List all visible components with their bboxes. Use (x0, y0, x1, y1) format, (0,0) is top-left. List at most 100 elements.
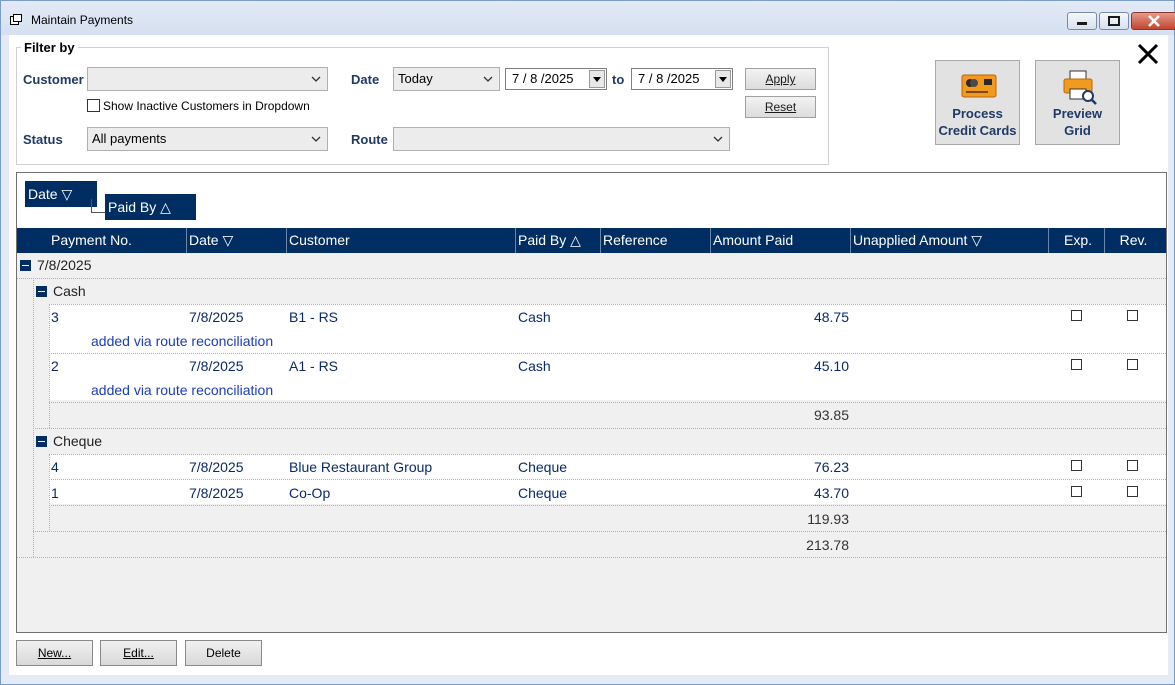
collapse-date-group-icon[interactable] (20, 260, 31, 271)
col-unapplied[interactable]: Unapplied Amount ▽ (850, 228, 1049, 253)
row-payment-no[interactable]: 1 (51, 485, 59, 501)
col-customer[interactable]: Customer (286, 228, 516, 253)
row-payment-no[interactable]: 2 (51, 358, 59, 374)
col-reference[interactable]: Reference (600, 228, 711, 253)
col-payment-no[interactable]: Payment No. (49, 228, 188, 253)
close-window-button[interactable] (1131, 12, 1175, 30)
process-credit-cards-text: Process Credit Cards (936, 105, 1019, 139)
exp-checkbox[interactable] (1071, 460, 1082, 471)
row-payment-no[interactable]: 3 (51, 309, 59, 325)
print-preview-icon (1063, 70, 1097, 105)
date-preset-dropdown[interactable]: Today (393, 67, 500, 91)
row-paid-by[interactable]: Cash (518, 309, 551, 325)
row-customer[interactable]: A1 - RS (289, 358, 338, 374)
cheque-subtotal: 119.93 (807, 511, 849, 527)
show-inactive-label: Show Inactive Customers in Dropdown (103, 99, 310, 113)
group-connector (91, 199, 105, 213)
status-dropdown[interactable]: All payments (87, 127, 328, 151)
chevron-down-icon (311, 136, 321, 142)
status-label: Status (23, 132, 63, 147)
status-value: All payments (92, 131, 167, 146)
reset-label: Reset (764, 100, 797, 114)
minimize-icon (1077, 22, 1087, 25)
customer-label: Customer (23, 72, 84, 87)
app-icon (10, 14, 22, 25)
process-cc-line1: Process (952, 106, 1003, 121)
preview-grid-button[interactable]: Preview Grid (1035, 60, 1120, 145)
row-customer[interactable]: B1 - RS (289, 309, 338, 325)
collapse-cash-group-icon[interactable] (36, 286, 47, 297)
date-label: Date (351, 72, 380, 87)
collapse-cheque-group-icon[interactable] (36, 436, 47, 447)
row-date[interactable]: 7/8/2025 (189, 459, 244, 475)
row-payment-no[interactable]: 4 (51, 459, 59, 475)
divider (49, 479, 1166, 480)
date-to-dropdown-button[interactable] (715, 70, 731, 88)
col-rev[interactable]: Rev. (1104, 228, 1160, 253)
exp-checkbox[interactable] (1071, 486, 1082, 497)
row-amount[interactable]: 45.10 (711, 358, 849, 374)
row-amount[interactable]: 43.70 (711, 485, 849, 501)
row-date[interactable]: 7/8/2025 (189, 358, 244, 374)
exp-checkbox[interactable] (1071, 359, 1082, 370)
col-amount-paid[interactable]: Amount Paid (710, 228, 851, 253)
preview-line2: Grid (1064, 123, 1091, 138)
preview-line1: Preview (1052, 106, 1103, 121)
delete-label: Delete (206, 646, 241, 660)
restore-icon (1108, 16, 1120, 26)
divider (17, 278, 1166, 279)
group-by-panel: Date ▽ Paid By △ (17, 173, 1166, 228)
row-note: added via route reconciliation (91, 333, 274, 349)
new-label: New... (37, 646, 72, 660)
new-button[interactable]: New... (16, 640, 93, 666)
row-customer[interactable]: Blue Restaurant Group (289, 459, 432, 475)
credit-card-icon (961, 74, 997, 98)
reset-button[interactable]: Reset (745, 96, 816, 118)
cash-subtotal: 93.85 (813, 407, 849, 423)
cheque-group-label: Cheque (53, 433, 103, 449)
tree-guide (49, 454, 50, 530)
customer-dropdown[interactable] (87, 67, 328, 91)
edit-button[interactable]: Edit... (100, 640, 177, 666)
rev-checkbox[interactable] (1127, 359, 1138, 370)
rev-checkbox[interactable] (1127, 310, 1138, 321)
divider (49, 505, 1166, 506)
route-dropdown[interactable] (393, 127, 730, 151)
chevron-down-icon (483, 76, 493, 82)
date-group-total: 213.78 (806, 537, 849, 553)
show-inactive-checkbox[interactable] (87, 99, 100, 112)
row-paid-by[interactable]: Cheque (518, 485, 567, 501)
row-paid-by[interactable]: Cash (518, 358, 551, 374)
process-credit-cards-button[interactable]: Process Credit Cards (935, 60, 1020, 145)
tree-guide (49, 304, 50, 428)
row-date[interactable]: 7/8/2025 (189, 309, 244, 325)
date-preset-value: Today (398, 71, 433, 86)
row-customer[interactable]: Co-Op (289, 485, 330, 501)
row-amount[interactable]: 48.75 (711, 309, 849, 325)
chevron-down-icon (713, 136, 723, 142)
chevron-down-icon (311, 76, 321, 82)
date-from-value: 7 / 8 /2025 (512, 71, 574, 86)
row-amount[interactable]: 76.23 (711, 459, 849, 475)
minimize-button[interactable] (1067, 12, 1097, 30)
group-chip-paid-by[interactable]: Paid By △ (105, 194, 196, 220)
restore-button[interactable] (1099, 12, 1129, 30)
group-chip-date[interactable]: Date ▽ (25, 181, 97, 207)
col-exp[interactable]: Exp. (1048, 228, 1105, 253)
rev-checkbox[interactable] (1127, 486, 1138, 497)
col-date[interactable]: Date ▽ (186, 228, 286, 253)
row-paid-by[interactable]: Cheque (518, 459, 567, 475)
divider (17, 557, 1166, 558)
row-date[interactable]: 7/8/2025 (189, 485, 244, 501)
date-to-picker[interactable]: 7 / 8 /2025 (631, 68, 733, 90)
rev-checkbox[interactable] (1127, 460, 1138, 471)
exp-checkbox[interactable] (1071, 310, 1082, 321)
date-from-dropdown-button[interactable] (589, 70, 605, 88)
window-title: Maintain Payments (31, 13, 134, 27)
delete-button[interactable]: Delete (185, 640, 262, 666)
apply-button[interactable]: Apply (745, 68, 816, 90)
col-paid-by[interactable]: Paid By △ (515, 228, 601, 253)
close-form-icon[interactable] (1137, 43, 1159, 65)
triangle-down-icon (719, 77, 727, 82)
date-from-picker[interactable]: 7 / 8 /2025 (505, 68, 607, 90)
